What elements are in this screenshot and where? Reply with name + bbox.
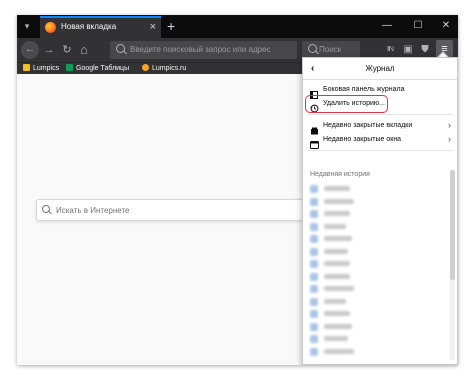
page-favicon-icon [310, 210, 318, 218]
history-item-title [324, 323, 352, 329]
bookmark-label: Lumpics.ru [152, 65, 187, 72]
tab-icon [310, 122, 318, 135]
history-item-title [324, 286, 354, 291]
history-item[interactable] [310, 222, 430, 232]
history-item[interactable] [310, 209, 430, 219]
page-favicon-icon [310, 297, 318, 306]
history-item-title [324, 298, 346, 304]
close-tab-icon[interactable]: × [150, 20, 156, 34]
page-favicon-icon [310, 272, 318, 281]
search-icon [42, 205, 50, 213]
highlight-annotation [305, 95, 388, 113]
reload-button[interactable]: ↻ [60, 41, 74, 59]
history-item[interactable] [310, 259, 430, 269]
window-icon [310, 136, 319, 149]
web-search-placeholder: Искать в Интернете [56, 206, 130, 215]
history-item-title [324, 273, 350, 279]
google-sheets-icon [66, 64, 73, 71]
tab-title: Новая вкладка [61, 22, 117, 31]
scrollbar-thumb[interactable] [450, 170, 455, 280]
menu-item-recently-closed-tabs[interactable]: Недавно закрытые вкладки › [303, 119, 457, 135]
history-item[interactable] [310, 309, 430, 319]
tab-strip: ▾ Новая вкладка × + — ☐ ✕ [17, 15, 458, 38]
panel-header: ‹ Журнал [303, 58, 457, 80]
bookmark-label: Google Таблицы [76, 65, 130, 72]
sidebar-icon[interactable]: ▣ [401, 42, 415, 57]
search-icon [308, 44, 317, 53]
separator [307, 114, 453, 115]
history-scrollbar[interactable] [450, 170, 455, 360]
web-search-box[interactable]: Искать в Интернете [36, 199, 306, 221]
forward-button[interactable]: → [42, 41, 56, 59]
back-button[interactable]: ← [21, 41, 39, 59]
page-favicon-icon [310, 197, 318, 206]
sidebar-icon [310, 86, 318, 99]
tab-list-icon[interactable]: ▾ [22, 21, 32, 31]
history-item-title [324, 236, 352, 241]
maximize-button[interactable]: ☐ [407, 18, 429, 34]
history-item[interactable] [310, 197, 430, 207]
menu-item-label: Недавно закрытые окна [323, 136, 402, 143]
history-item[interactable] [310, 184, 430, 194]
address-bar-placeholder: Введите поисковый запрос или адрес [130, 45, 271, 54]
page-favicon-icon [310, 335, 318, 343]
history-item-title [324, 261, 350, 266]
history-item-title [324, 311, 350, 316]
history-item-title [324, 198, 354, 204]
page-favicon-icon [310, 235, 318, 243]
search-bar-placeholder: Поиск [319, 45, 342, 54]
panel-title: Журнал [365, 64, 395, 73]
tab-new-tab[interactable]: Новая вкладка × [40, 16, 161, 38]
bookmark-item[interactable]: Google Таблицы [66, 63, 129, 74]
page-favicon-icon [310, 247, 318, 256]
bookmark-icon [142, 64, 149, 71]
firefox-icon [45, 22, 56, 33]
bookmark-item[interactable]: Lumpics [23, 63, 59, 74]
history-item-title [324, 223, 346, 229]
history-item-title [324, 248, 348, 254]
page-favicon-icon [310, 347, 318, 356]
history-item-title [324, 211, 350, 216]
bookmark-label: Lumpics [33, 65, 60, 72]
history-item[interactable] [310, 247, 430, 257]
history-item[interactable] [310, 347, 430, 357]
page-favicon-icon [310, 222, 318, 231]
library-icon[interactable]: IIN [383, 42, 397, 57]
history-item-title [324, 348, 354, 354]
menu-item-label: Недавно закрытые вкладки [323, 122, 413, 129]
history-item[interactable] [310, 272, 430, 282]
bookmark-icon [23, 64, 30, 71]
history-item[interactable] [310, 322, 430, 332]
shield-icon[interactable]: ⛊ [418, 42, 432, 57]
close-window-button[interactable]: ✕ [435, 18, 457, 34]
page-favicon-icon [310, 310, 318, 318]
browser-window: ▾ Новая вкладка × + — ☐ ✕ ← → ↻ ⌂ Введит… [17, 15, 458, 365]
minimize-button[interactable]: — [376, 18, 398, 34]
history-item[interactable] [310, 334, 430, 344]
history-item[interactable] [310, 284, 430, 294]
page-favicon-icon [310, 285, 318, 293]
history-panel: ‹ Журнал Боковая панель журнала Удалить … [302, 57, 458, 365]
search-icon [116, 44, 125, 53]
new-tab-button[interactable]: + [167, 17, 175, 35]
recent-history-heading: Недавняя история [310, 171, 370, 178]
home-button[interactable]: ⌂ [77, 41, 91, 59]
history-item[interactable] [310, 234, 430, 244]
menu-item-recently-closed-windows[interactable]: Недавно закрытые окна › [303, 133, 457, 149]
bookmark-item[interactable]: Lumpics.ru [142, 63, 186, 74]
address-bar[interactable]: Введите поисковый запрос или адрес [110, 41, 297, 59]
page-favicon-icon [310, 322, 318, 331]
separator [307, 150, 453, 151]
history-item[interactable] [310, 297, 430, 307]
page-favicon-icon [310, 185, 318, 193]
history-item-title [324, 186, 350, 191]
chevron-right-icon: › [448, 134, 451, 144]
history-item-title [324, 336, 348, 341]
page-favicon-icon [310, 260, 318, 268]
chevron-right-icon: › [448, 120, 451, 130]
